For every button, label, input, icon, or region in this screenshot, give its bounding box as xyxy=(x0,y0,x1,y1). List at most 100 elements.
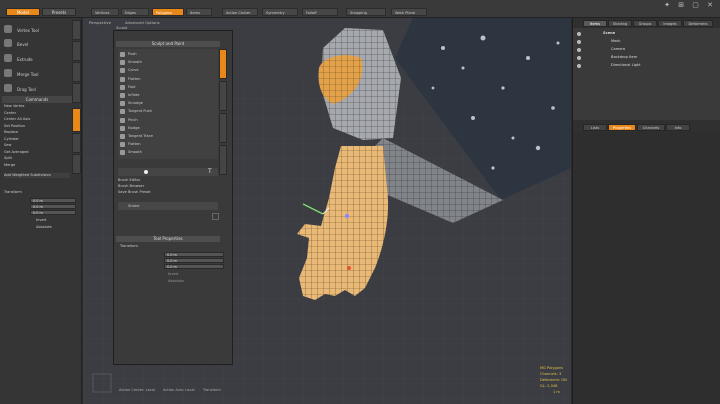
sculpt-tab[interactable]: Sculpt xyxy=(116,26,127,30)
symmetry-menu[interactable]: Symmetry xyxy=(262,8,298,16)
sculpt-tool-item[interactable]: Tangent Push xyxy=(120,108,216,115)
panel-y-field[interactable]: 0.0 m xyxy=(164,258,224,263)
command-item[interactable]: Sew xyxy=(4,143,70,148)
visibility-eye-icon[interactable] xyxy=(577,40,581,44)
extrude-button[interactable]: Extrude xyxy=(2,51,70,65)
command-item[interactable]: Merge xyxy=(4,163,70,168)
viewport-tab-perspective[interactable]: Perspective xyxy=(89,20,111,25)
work-plane-menu[interactable]: Work Plane xyxy=(391,8,427,16)
brush-row[interactable]: T xyxy=(118,168,218,176)
transform-z-field[interactable]: 0.0 m xyxy=(30,210,76,215)
vertex-tool-button[interactable]: Vertex Tool xyxy=(2,22,70,36)
side-tab-1[interactable] xyxy=(72,20,81,40)
stroke-preview[interactable] xyxy=(212,213,219,220)
invert-checkbox[interactable]: Invert xyxy=(36,218,66,223)
visibility-eye-icon[interactable] xyxy=(577,64,581,68)
sculpt-tool-item[interactable]: Smudge xyxy=(120,100,216,107)
command-item[interactable]: Center xyxy=(4,111,70,116)
tree-camera[interactable]: Camera xyxy=(611,46,625,52)
edges-button[interactable]: Edges xyxy=(121,8,149,16)
side-tab-3[interactable] xyxy=(72,62,81,82)
tab-groups[interactable]: Groups xyxy=(633,20,657,27)
side-tab-7[interactable] xyxy=(72,154,81,174)
tab-items[interactable]: Items xyxy=(583,20,607,27)
transform-x-field[interactable]: 0.0 m xyxy=(30,198,76,203)
sculpt-tool-item[interactable]: Nudge xyxy=(120,125,216,132)
panel-side-tab-4[interactable] xyxy=(219,145,227,175)
panel-side-tab-2[interactable] xyxy=(219,81,227,111)
vertices-button[interactable]: Vertices xyxy=(91,8,119,16)
side-tab-2[interactable] xyxy=(72,41,81,61)
panel-side-tab-1[interactable] xyxy=(219,49,227,79)
properties-area xyxy=(573,132,720,404)
tab-info[interactable]: Info xyxy=(666,124,690,131)
panel-invert-checkbox[interactable]: Invert xyxy=(168,272,179,276)
side-tab-6[interactable] xyxy=(72,133,81,153)
command-item[interactable]: Split xyxy=(4,156,70,161)
command-item[interactable]: New Vertex xyxy=(4,104,70,109)
tab-images[interactable]: Images xyxy=(658,20,682,27)
sculpt-tool-item[interactable]: Fold xyxy=(120,84,216,91)
merge-tool-button[interactable]: Merge Tool xyxy=(2,66,70,80)
tab-channels[interactable]: Channels xyxy=(637,124,665,131)
polygons-button[interactable]: Polygons xyxy=(152,8,184,16)
command-item[interactable]: Set Position xyxy=(4,124,70,129)
panel-x-field[interactable]: 0.0 m xyxy=(164,252,224,257)
bevel-button[interactable]: Bevel xyxy=(2,36,70,50)
status-scale: 1 m xyxy=(553,390,560,394)
tree-scene[interactable]: Scene xyxy=(603,30,615,36)
visibility-eye-icon[interactable] xyxy=(577,48,581,52)
panel-side-tab-3[interactable] xyxy=(219,113,227,143)
tab-shading[interactable]: Shading xyxy=(608,20,632,27)
falloff-menu[interactable]: Falloff xyxy=(302,8,338,16)
drag-tool-button[interactable]: Drag Tool xyxy=(2,81,70,95)
drag-icon xyxy=(4,84,12,92)
brush-icon xyxy=(120,134,125,139)
sculpt-tool-item[interactable]: Smooth xyxy=(120,149,216,156)
action-center-menu[interactable]: Action Center xyxy=(222,8,258,16)
side-tab-4[interactable] xyxy=(72,83,81,103)
tab-presets[interactable]: Presets xyxy=(42,8,76,16)
tab-lists[interactable]: Lists xyxy=(583,124,607,131)
visibility-eye-icon[interactable] xyxy=(577,56,581,60)
visibility-eye-icon[interactable] xyxy=(577,32,581,36)
viewport-tab-advanced[interactable]: Advanced Options xyxy=(125,20,160,25)
add-weighted-subdivision-button[interactable]: Add Weighted Subdivision xyxy=(4,173,70,178)
status-deformers: Deformers: ON xyxy=(540,378,567,382)
stroke-button[interactable]: Stroke xyxy=(118,202,218,210)
sculpt-tool-item[interactable]: Tangent Trace xyxy=(120,133,216,140)
save-brush-preset-button[interactable]: Save Brush Preset xyxy=(118,190,218,196)
side-tab-active[interactable] xyxy=(72,108,81,132)
brush-icon xyxy=(120,109,125,115)
brush-icon xyxy=(120,150,125,156)
transform-y-field[interactable]: 0.0 m xyxy=(30,204,76,209)
snapping-menu[interactable]: Snapping xyxy=(346,8,386,16)
window-controls[interactable]: ✦ ⊞ ▢ ✕ xyxy=(664,1,716,9)
status-channels: Channels: 3 xyxy=(540,372,562,376)
command-item[interactable]: Cylinder xyxy=(4,137,70,142)
brush-icon xyxy=(120,52,125,57)
item-list: Scene Mesh Camera Backdrop Item Directio… xyxy=(573,28,720,120)
command-item[interactable]: Get Averaged xyxy=(4,150,70,155)
command-item[interactable]: Center All Axis xyxy=(4,117,70,122)
sculpt-tool-item[interactable]: Carve xyxy=(120,67,216,74)
sculpt-tool-item[interactable]: Pinch xyxy=(120,117,216,124)
command-item[interactable]: Replace xyxy=(4,130,70,135)
left-side-tabs xyxy=(72,20,81,200)
tab-properties[interactable]: Properties xyxy=(608,124,636,131)
absolute-checkbox[interactable]: Absolute xyxy=(36,225,66,230)
sculpt-tool-item[interactable]: Smooth xyxy=(120,59,216,66)
merge-icon xyxy=(4,69,12,77)
sculpt-tool-item[interactable]: Flatten xyxy=(120,141,216,148)
sculpt-tool-item[interactable]: Flatten xyxy=(120,76,216,83)
panel-z-field[interactable]: 0.0 m xyxy=(164,264,224,269)
tab-deformers[interactable]: Deformers xyxy=(683,20,713,27)
tree-light[interactable]: Directional Light xyxy=(611,62,641,68)
tree-mesh[interactable]: Mesh xyxy=(611,38,620,44)
items-button[interactable]: Items xyxy=(186,8,212,16)
panel-absolute-checkbox[interactable]: Absolute xyxy=(168,279,184,283)
sculpt-tool-item[interactable]: Inflate xyxy=(120,92,216,99)
sculpt-tool-item[interactable]: Push xyxy=(120,51,216,58)
tree-backdrop[interactable]: Backdrop Item xyxy=(611,54,637,60)
tab-model[interactable]: Model xyxy=(6,8,40,16)
